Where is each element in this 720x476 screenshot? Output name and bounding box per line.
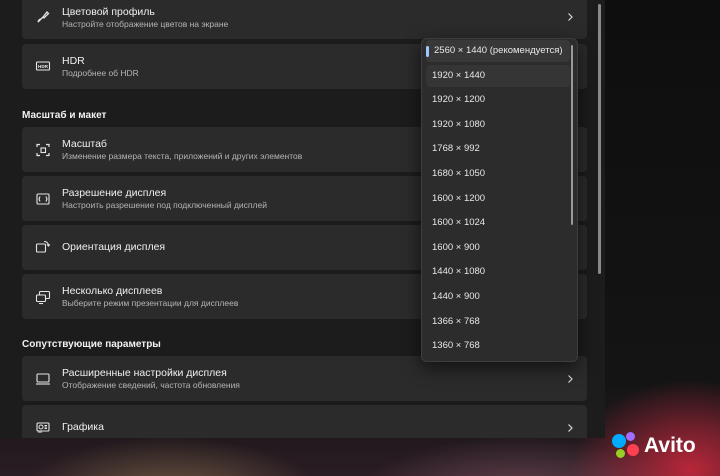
resolution-option-label: 1920 × 1440 <box>432 69 486 81</box>
svg-text:HDR: HDR <box>38 64 49 69</box>
chevron-right-icon <box>565 423 575 433</box>
section-related-heading: Сопутствующие параметры <box>22 339 161 350</box>
color-profile-subtitle: Настройте отображение цветов на экране <box>62 19 229 29</box>
resolution-option[interactable]: 1360 × 768 <box>426 335 570 357</box>
resolution-option-label: 1366 × 768 <box>432 315 480 327</box>
dropdown-scrollbar[interactable] <box>571 45 573 225</box>
hdr-title: HDR <box>62 55 85 67</box>
multiple-displays-subtitle: Выберите режим презентации для дисплеев <box>62 298 239 308</box>
scale-title: Масштаб <box>62 138 107 150</box>
orientation-title: Ориентация дисплея <box>62 241 166 253</box>
resolution-option[interactable]: 1920 × 1080 <box>426 114 570 136</box>
resolution-icon <box>34 190 52 208</box>
resolution-option[interactable]: 1680 × 1050 <box>426 163 570 185</box>
section-scale-layout-heading: Масштаб и макет <box>22 110 107 121</box>
hdr-subtitle: Подробнее об HDR <box>62 68 139 78</box>
advanced-display-card[interactable]: Расширенные настройки дисплея Отображени… <box>22 356 587 401</box>
resolution-option-label: 1440 × 1080 <box>432 266 486 278</box>
resolution-option[interactable]: 1600 × 1024 <box>426 212 570 234</box>
scale-icon <box>34 141 52 159</box>
resolution-option-label: 1440 × 900 <box>432 291 480 302</box>
hdr-icon: HDR <box>34 57 52 75</box>
graphics-title: Графика <box>62 421 104 433</box>
resolution-option[interactable]: 1768 × 992 <box>426 138 570 160</box>
multiple-displays-title: Несколько дисплеев <box>62 285 163 297</box>
resolution-dropdown-list[interactable]: 2560 × 1440 (рекомендуется) 1920 × 1440 19… <box>421 38 578 362</box>
window-scrollbar[interactable] <box>598 4 601 274</box>
resolution-option-label: 1600 × 1200 <box>432 192 486 204</box>
selection-indicator <box>426 46 429 57</box>
resolution-option-selected[interactable]: 2560 × 1440 (рекомендуется) <box>426 40 570 62</box>
multiple-displays-icon <box>34 288 52 306</box>
color-profile-card[interactable]: Цветовой профиль Настройте отображение ц… <box>22 0 587 39</box>
monitor-icon <box>34 370 52 388</box>
advanced-display-subtitle: Отображение сведений, частота обновления <box>62 380 240 390</box>
resolution-option-label: 2560 × 1440 (рекомендуется) <box>434 45 563 56</box>
chevron-right-icon <box>565 374 575 384</box>
avito-logo-icon <box>612 432 640 460</box>
resolution-option-label: 1360 × 768 <box>432 340 480 352</box>
advanced-display-title: Расширенные настройки дисплея <box>62 367 227 379</box>
resolution-option[interactable]: 1366 × 768 <box>426 311 570 333</box>
resolution-option[interactable]: 1920 × 1440 <box>426 64 570 87</box>
resolution-option-label: 1920 × 1200 <box>432 94 486 106</box>
graphics-card[interactable]: Графика <box>22 405 587 438</box>
resolution-option[interactable]: 1920 × 1200 <box>426 89 570 111</box>
resolution-option[interactable]: 1600 × 900 <box>426 237 570 259</box>
resolution-option-label: 1768 × 992 <box>432 143 480 155</box>
brush-icon <box>34 8 52 26</box>
scale-subtitle: Изменение размера текста, приложений и д… <box>62 151 303 161</box>
resolution-subtitle: Настроить разрешение под подключенный ди… <box>62 200 267 210</box>
resolution-option-label: 1600 × 1024 <box>432 217 486 229</box>
resolution-option-label: 1680 × 1050 <box>432 168 486 179</box>
color-profile-title: Цветовой профиль <box>62 6 155 18</box>
resolution-option[interactable]: 1600 × 1200 <box>426 188 570 210</box>
graphics-card-icon <box>34 418 52 436</box>
resolution-option-label: 1600 × 900 <box>432 241 480 253</box>
resolution-option[interactable]: 1440 × 1080 <box>426 261 570 283</box>
avito-watermark: Avito <box>612 432 696 460</box>
resolution-option-label: 1920 × 1080 <box>432 118 486 130</box>
chevron-right-icon <box>565 12 575 22</box>
resolution-title: Разрешение дисплея <box>62 187 167 199</box>
rotate-display-icon <box>34 238 52 256</box>
avito-wordmark: Avito <box>644 434 696 457</box>
resolution-option[interactable]: 1440 × 900 <box>426 286 570 308</box>
